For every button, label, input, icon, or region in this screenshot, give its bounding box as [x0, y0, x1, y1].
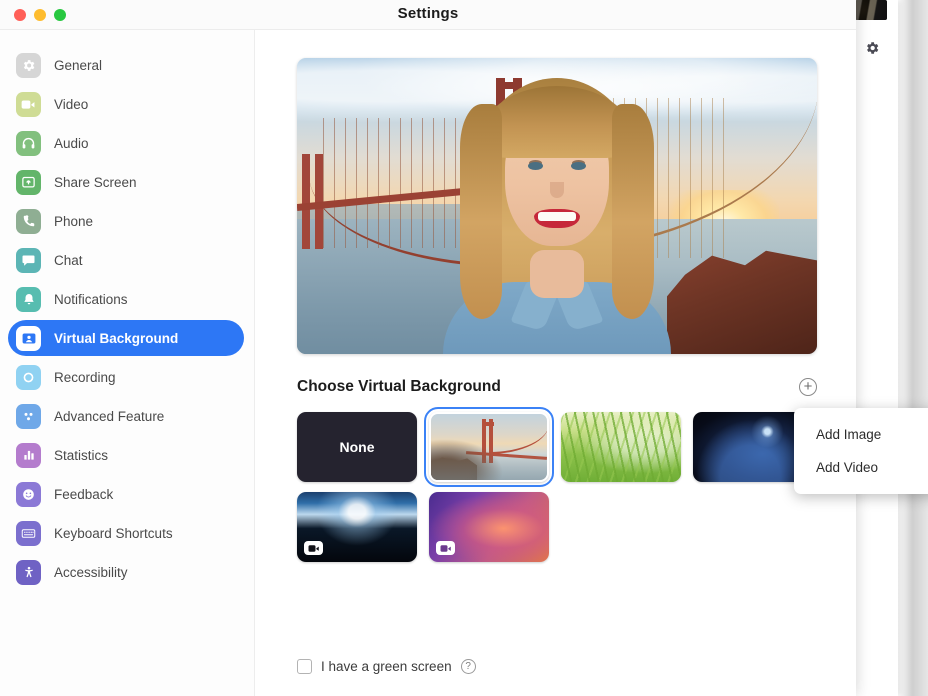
- thumbnail-golden-gate[interactable]: [429, 412, 549, 482]
- sidebar-item-label: Recording: [54, 370, 116, 385]
- sidebar-item-label: Phone: [54, 214, 93, 229]
- share-screen-icon: [16, 170, 41, 195]
- person-hair-right: [612, 104, 654, 319]
- thumb-bridge-tower-a: [482, 419, 486, 463]
- keyboard-icon: [16, 521, 41, 546]
- person-card-icon: [16, 326, 41, 351]
- thumb-bridge-crossbar: [482, 422, 494, 426]
- person-hair-left: [460, 104, 502, 319]
- sidebar-item-video[interactable]: Video: [8, 86, 244, 122]
- background-option-none[interactable]: None: [297, 412, 417, 482]
- sidebar-item-label: Keyboard Shortcuts: [54, 526, 173, 541]
- green-screen-checkbox[interactable]: [297, 659, 312, 674]
- window-title: Settings: [0, 5, 856, 22]
- help-icon[interactable]: ?: [461, 659, 476, 674]
- add-background-menu: Add Image Add Video: [794, 408, 928, 494]
- phone-icon: [16, 209, 41, 234]
- bar-chart-icon: [16, 443, 41, 468]
- background-thumbnail-grid: None: [297, 412, 856, 562]
- record-circle-icon: [16, 365, 41, 390]
- sidebar-item-label: Virtual Background: [54, 331, 178, 346]
- window-body: General Video Audio: [0, 30, 856, 696]
- add-background-button[interactable]: +: [799, 378, 817, 396]
- sidebar-item-statistics[interactable]: Statistics: [8, 437, 244, 473]
- thumbnail-gradient-video[interactable]: [429, 492, 549, 562]
- person-eye-right: [571, 162, 586, 170]
- sidebar-item-chat[interactable]: Chat: [8, 242, 244, 278]
- sidebar-item-label: General: [54, 58, 102, 73]
- background-option-space-video[interactable]: [297, 492, 417, 562]
- sidebar-item-share-screen[interactable]: Share Screen: [8, 164, 244, 200]
- person-neck: [530, 250, 584, 298]
- video-camera-icon: [436, 541, 455, 555]
- settings-sidebar: General Video Audio: [0, 30, 255, 696]
- person-eye-left: [528, 162, 543, 170]
- gear-icon[interactable]: [862, 38, 882, 58]
- preview-person: [432, 64, 682, 354]
- section-title: Choose Virtual Background: [297, 378, 501, 396]
- title-bar: Settings: [0, 0, 856, 30]
- person-nose: [550, 182, 564, 198]
- bell-icon: [16, 287, 41, 312]
- person-bangs: [482, 86, 632, 158]
- thumbnail-space-video[interactable]: [297, 492, 417, 562]
- thumbnail-none[interactable]: None: [297, 412, 417, 482]
- sidebar-item-accessibility[interactable]: Accessibility: [8, 554, 244, 590]
- sidebar-item-recording[interactable]: Recording: [8, 359, 244, 395]
- sidebar-item-label: Feedback: [54, 487, 113, 502]
- person-mouth: [534, 209, 580, 228]
- settings-content: Choose Virtual Background + None: [255, 30, 856, 696]
- menu-item-add-video[interactable]: Add Video: [794, 451, 928, 484]
- preview-bridge-tower-far-a: [302, 154, 310, 249]
- video-preview: [297, 58, 817, 354]
- sidebar-item-label: Notifications: [54, 292, 128, 307]
- smiley-face-icon: [16, 482, 41, 507]
- thumb-bridge-cable: [489, 423, 549, 453]
- sidebar-item-advanced-feature[interactable]: Advanced Feature: [8, 398, 244, 434]
- person-teeth: [538, 212, 576, 221]
- sidebar-item-general[interactable]: General: [8, 47, 244, 83]
- sidebar-item-label: Advanced Feature: [54, 409, 164, 424]
- sidebar-item-feedback[interactable]: Feedback: [8, 476, 244, 512]
- settings-window: Settings General Video: [0, 0, 856, 696]
- video-camera-icon: [16, 92, 41, 117]
- video-camera-icon: [304, 541, 323, 555]
- background-option-gradient-video[interactable]: [429, 492, 549, 562]
- gear-icon: [16, 53, 41, 78]
- green-screen-label: I have a green screen: [321, 659, 452, 674]
- headphones-icon: [16, 131, 41, 156]
- thumb-bridge-tower-b: [489, 419, 493, 463]
- sidebar-item-label: Accessibility: [54, 565, 128, 580]
- thumbnail-label: None: [297, 412, 417, 482]
- accessibility-icon: [16, 560, 41, 585]
- sidebar-item-notifications[interactable]: Notifications: [8, 281, 244, 317]
- sidebar-item-label: Share Screen: [54, 175, 137, 190]
- thumb-bridge-deck: [466, 451, 547, 460]
- screen: Settings General Video: [0, 0, 928, 696]
- sidebar-item-label: Statistics: [54, 448, 108, 463]
- sidebar-item-keyboard-shortcuts[interactable]: Keyboard Shortcuts: [8, 515, 244, 551]
- sidebar-item-label: Chat: [54, 253, 83, 268]
- green-screen-row: I have a green screen ?: [297, 659, 476, 674]
- advanced-feature-icon: [16, 404, 41, 429]
- thumb-bridge-rock: [431, 452, 477, 480]
- background-video-thumbnail: [855, 0, 887, 20]
- sidebar-item-audio[interactable]: Audio: [8, 125, 244, 161]
- chat-bubble-icon: [16, 248, 41, 273]
- sidebar-item-label: Audio: [54, 136, 89, 151]
- sidebar-item-phone[interactable]: Phone: [8, 203, 244, 239]
- thumbnail-grass[interactable]: [561, 412, 681, 482]
- sidebar-item-label: Video: [54, 97, 88, 112]
- sidebar-item-virtual-background[interactable]: Virtual Background: [8, 320, 244, 356]
- background-option-bridge[interactable]: [429, 412, 549, 482]
- choose-background-header: Choose Virtual Background +: [297, 378, 817, 396]
- menu-item-add-image[interactable]: Add Image: [794, 418, 928, 451]
- background-window-sidebar: [850, 0, 898, 696]
- background-option-grass[interactable]: [561, 412, 681, 482]
